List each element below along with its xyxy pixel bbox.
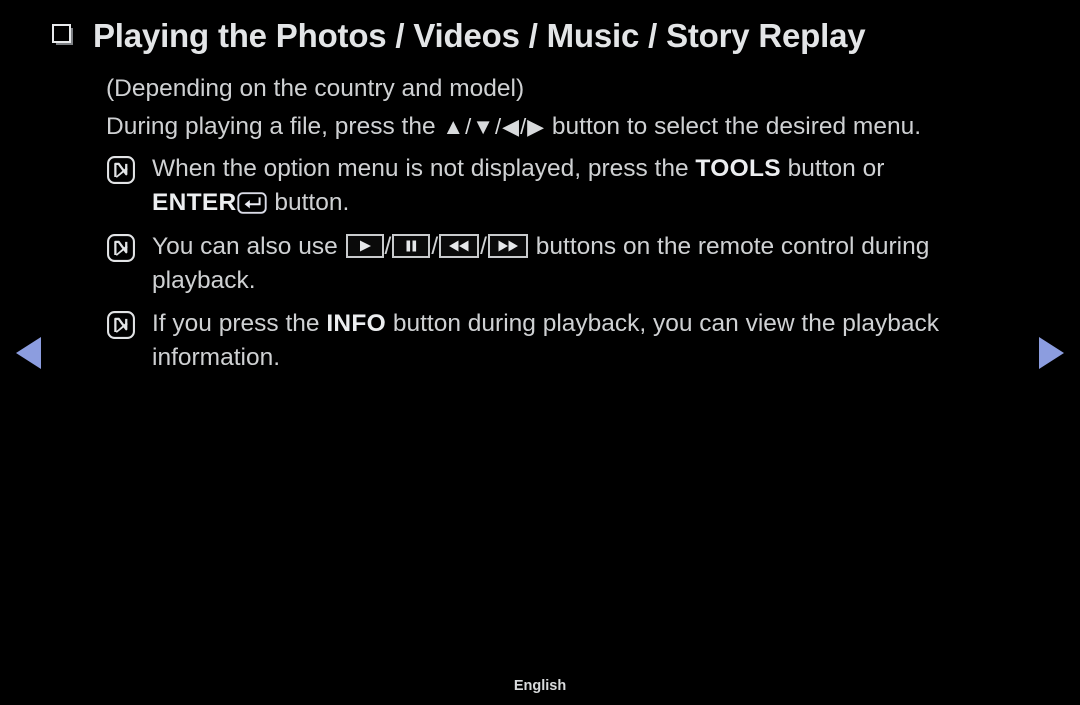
play-button-icon [345,234,384,258]
note1-text-middle: button or [780,155,885,182]
instruction-line: During playing a file, press the ▲/▼/◀/▶… [106,110,921,144]
direction-buttons-glyphs: ▲/▼/◀/▶ [442,114,546,139]
note-item-text: When the option menu is not displayed, p… [152,152,884,220]
note-item: When the option menu is not displayed, p… [106,152,884,220]
slash-2: / [431,233,439,260]
language-label: English [513,678,567,694]
pause-button-icon [392,234,431,258]
note-item: You can also use / / / buttons on the re… [106,230,1032,298]
enter-key-icon [236,192,267,214]
rewind-button-icon [439,234,480,258]
page-title: Playing the Photos / Videos / Music / St… [52,14,866,58]
page-title-text: Playing the Photos / Videos / Music / St… [93,17,866,54]
instruction-text-before: During playing a file, press the [106,113,443,140]
note-n-mark-icon [107,156,135,184]
country-model-note: (Depending on the country and model) [106,75,525,102]
square-bullet-icon [52,24,71,43]
enter-keyword: ENTER [152,189,237,216]
slash-3: / [480,233,487,260]
note1-text-before: When the option menu is not displayed, p… [152,155,696,182]
instruction-text-after: button to select the desired menu. [545,113,922,140]
note-n-mark-icon [107,311,135,339]
info-keyword: INFO [326,310,387,337]
fast-forward-button-icon [487,234,528,258]
slash-1: / [384,233,392,260]
previous-page-button[interactable] [16,337,41,369]
note3-text-before: If you press the [152,310,327,337]
note-n-mark-icon [107,234,135,262]
note-item-text: You can also use / / / buttons on the re… [152,230,1032,298]
ebook-page: Playing the Photos / Videos / Music / St… [0,0,1080,705]
note2-text-before: You can also use [152,233,345,260]
next-page-button[interactable] [1039,337,1064,369]
note-item: If you press the INFO button during play… [106,307,1032,375]
note1-text-after: button. [267,189,350,216]
tools-keyword: TOOLS [695,155,781,182]
note-item-text: If you press the INFO button during play… [152,307,1032,375]
